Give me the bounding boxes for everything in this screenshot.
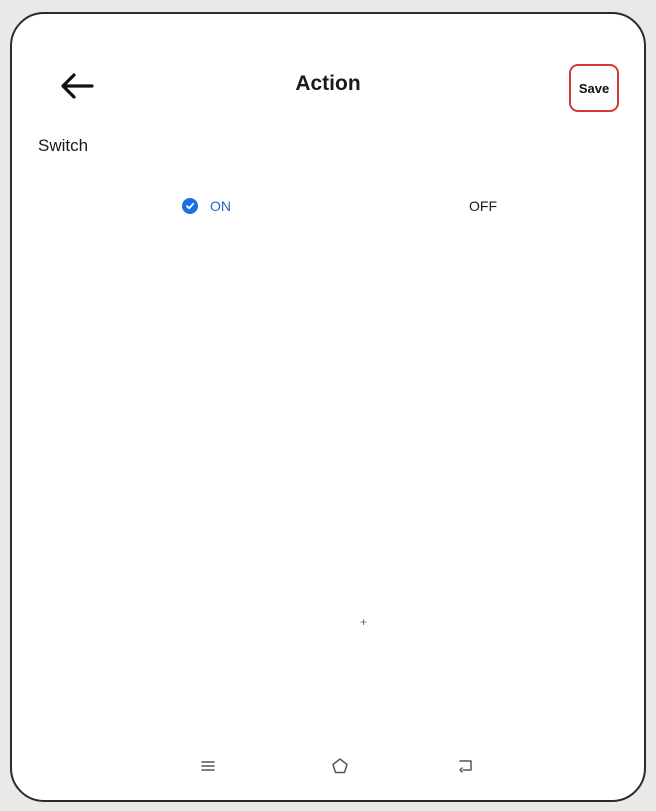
phone-screen: Action Save Switch ON OFF + <box>10 12 646 802</box>
nav-home-button[interactable] <box>324 750 356 782</box>
system-nav-bar <box>12 746 644 786</box>
save-button[interactable]: Save <box>569 64 619 112</box>
switch-option-on[interactable]: ON <box>182 198 231 214</box>
back-icon <box>459 760 472 773</box>
switch-option-off[interactable]: OFF <box>469 198 497 214</box>
menu-icon <box>201 761 215 771</box>
app-header: Action Save <box>12 14 644 154</box>
switch-option-on-label: ON <box>210 198 231 214</box>
home-icon <box>332 758 348 774</box>
nav-menu-button[interactable] <box>192 750 224 782</box>
dust-speck: + <box>360 615 368 629</box>
radio-checked-icon <box>182 198 198 214</box>
page-title: Action <box>295 72 361 95</box>
nav-back-button[interactable] <box>450 750 482 782</box>
switch-label: Switch <box>38 136 89 155</box>
switch-option-off-label: OFF <box>469 198 497 214</box>
